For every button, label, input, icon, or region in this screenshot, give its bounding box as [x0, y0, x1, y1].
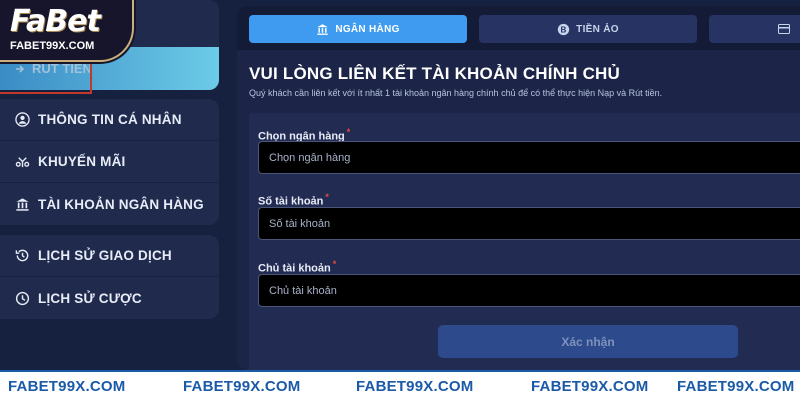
sidebar-item-profile[interactable]: THÔNG TIN CÁ NHÂN [0, 99, 219, 141]
tab-label: NGÂN HÀNG [335, 23, 400, 35]
watermark-text: FABET99X.COM [677, 378, 795, 395]
tab-card[interactable] [709, 15, 800, 43]
account-number-label: Số tài khoản * [258, 192, 329, 208]
tab-crypto[interactable]: B TIỀN ẢO [479, 15, 697, 43]
form-title: VUI LÒNG LIÊN KẾT TÀI KHOẢN CHÍNH CHỦ [249, 64, 621, 83]
confirm-button[interactable]: Xác nhận [438, 325, 738, 358]
sidebar-group-history: LỊCH SỬ GIAO DỊCH LỊCH SỬ CƯỢC [0, 235, 219, 319]
history-icon [14, 248, 30, 264]
account-number-input[interactable] [258, 207, 800, 240]
logo-wordmark: FaBet [10, 4, 101, 39]
clock-icon [14, 290, 30, 306]
watermark-text: FABET99X.COM [531, 378, 649, 395]
sidebar-item-label: LỊCH SỬ CƯỢC [38, 290, 142, 306]
coin-icon: B [557, 23, 570, 36]
bank-icon [316, 23, 329, 36]
bank-icon [14, 196, 30, 212]
field-label-text: Số tài khoản [258, 195, 324, 208]
sidebar-item-label: LỊCH SỬ GIAO DỊCH [38, 248, 172, 263]
sidebar-item-bank-account[interactable]: TÀI KHOẢN NGÂN HÀNG [0, 183, 219, 225]
sidebar-item-bet-history[interactable]: LỊCH SỬ CƯỢC [0, 277, 219, 319]
watermark-bar: FABET99X.COM FABET99X.COM FABET99X.COM F… [0, 370, 800, 400]
bank-link-form: Chọn ngân hàng* Số tài khoản* Chủ tài kh… [249, 113, 800, 370]
account-holder-input[interactable] [258, 274, 800, 307]
watermark-text: FABET99X.COM [356, 378, 474, 395]
user-icon [14, 112, 30, 128]
tab-bank[interactable]: NGÂN HÀNG [249, 15, 467, 43]
sidebar-item-label: KHUYẾN MÃI [38, 154, 126, 169]
main-panel: NGÂN HÀNG B TIỀN ẢO VUI LÒNG LIÊN KẾT TÀ… [237, 6, 800, 370]
watermark-text: FABET99X.COM [8, 378, 126, 395]
required-mark: * [325, 192, 329, 202]
payment-method-tabs: NGÂN HÀNG B TIỀN ẢO [237, 6, 800, 50]
tab-label: TIỀN ẢO [576, 23, 619, 35]
required-mark: * [332, 259, 337, 269]
account-holder-label: Chủ tài khoản * [258, 259, 336, 275]
form-subtitle: Quý khách cần liên kết với ít nhất 1 tài… [249, 88, 663, 98]
sidebar-item-promotions[interactable]: KHUYẾN MÃI [0, 141, 219, 183]
sidebar-item-label: TÀI KHOẢN NGÂN HÀNG [38, 196, 204, 212]
sidebar-item-transaction-history[interactable]: LỊCH SỬ GIAO DỊCH [0, 235, 219, 277]
svg-text:B: B [561, 25, 567, 34]
gift-icon [14, 154, 30, 170]
sidebar-group-account: THÔNG TIN CÁ NHÂN KHUYẾN MÃI TÀI KHOẢN N… [0, 99, 219, 225]
bank-select-input[interactable] [258, 141, 800, 174]
card-icon [778, 24, 790, 34]
logo-domain: FABET99X.COM [10, 40, 95, 52]
watermark-text: FABET99X.COM [183, 378, 301, 395]
required-mark: * [346, 127, 351, 137]
field-label-text: Chủ tài khoản [258, 262, 331, 275]
sidebar-item-label: THÔNG TIN CÁ NHÂN [38, 112, 182, 127]
brand-logo[interactable]: FaBet FABET99X.COM [0, 0, 134, 62]
